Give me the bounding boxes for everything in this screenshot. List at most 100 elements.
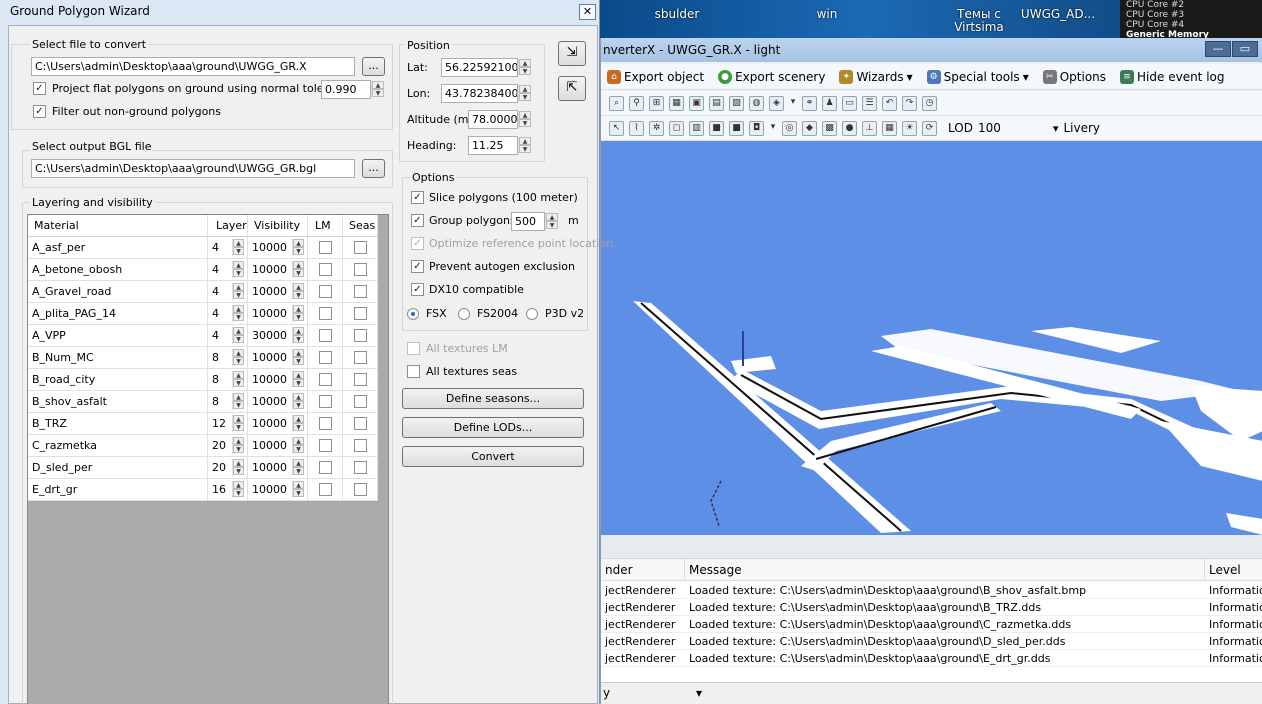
layer-spinner[interactable]: ▲ ▼: [232, 437, 244, 454]
visibility-value[interactable]: 10000: [252, 373, 287, 386]
spin-up-icon[interactable]: ▲: [293, 349, 304, 357]
spin-down-icon[interactable]: ▼: [293, 269, 304, 277]
col-seas[interactable]: Seas: [343, 215, 378, 237]
log-row[interactable]: jectRenderer Loaded texture: C:\Users\adm…: [601, 616, 1262, 633]
spin-down-icon[interactable]: ▼: [233, 379, 244, 387]
select-icon[interactable]: ↖: [609, 120, 624, 136]
clock-icon[interactable]: ◷: [922, 95, 937, 111]
group-checkbox[interactable]: ✓: [411, 214, 424, 227]
layer-cell[interactable]: 4 ▲ ▼: [208, 237, 248, 259]
layer-value[interactable]: 8: [212, 351, 219, 364]
spin-down-icon[interactable]: ▼: [233, 401, 244, 409]
visibility-spinner[interactable]: ▲ ▼: [292, 327, 304, 344]
tolerance-field[interactable]: 0.990: [321, 80, 371, 99]
lm-checkbox[interactable]: [319, 439, 332, 452]
spin-down-icon[interactable]: ▼: [293, 401, 304, 409]
col-lm[interactable]: LM: [308, 215, 343, 237]
visibility-spinner[interactable]: ▲ ▼: [292, 283, 304, 300]
filter-checkbox[interactable]: ✓: [33, 105, 46, 118]
spin-down-icon[interactable]: ▼: [233, 357, 244, 365]
spin-down-icon[interactable]: ▼: [233, 335, 244, 343]
spin-up-icon[interactable]: ▲: [293, 283, 304, 291]
spin-up-icon[interactable]: ▲: [293, 459, 304, 467]
visibility-cell[interactable]: 10000 ▲ ▼: [248, 303, 308, 325]
material-icon[interactable]: ▦: [669, 95, 684, 111]
layer-cell[interactable]: 8 ▲ ▼: [208, 347, 248, 369]
material-row[interactable]: A_plita_PAG_14 4 ▲ ▼ 10000 ▲ ▼: [28, 303, 378, 325]
seas-checkbox[interactable]: [354, 241, 367, 254]
spin-down-icon[interactable]: ▼: [293, 467, 304, 475]
spin-down-icon[interactable]: ▼: [519, 145, 531, 153]
browse-output-button[interactable]: ...: [362, 159, 385, 178]
layer-spinner[interactable]: ▲ ▼: [232, 459, 244, 476]
col-layer[interactable]: Layer: [208, 215, 248, 237]
col-message[interactable]: Message: [685, 559, 1205, 581]
spin-down-icon[interactable]: ▼: [519, 93, 531, 101]
spin-up-icon[interactable]: ▲: [233, 459, 244, 467]
paperclip-icon[interactable]: ⌇: [629, 120, 644, 136]
spin-down-icon[interactable]: ▼: [233, 423, 244, 431]
list-icon[interactable]: ☰: [862, 95, 877, 111]
screen-icon[interactable]: ▭: [842, 95, 857, 111]
visibility-cell[interactable]: 10000 ▲ ▼: [248, 369, 308, 391]
material-row[interactable]: D_sled_per 20 ▲ ▼ 10000 ▲ ▼: [28, 457, 378, 479]
material-row[interactable]: B_shov_asfalt 8 ▲ ▼ 10000 ▲ ▼: [28, 391, 378, 413]
seas-checkbox[interactable]: [354, 263, 367, 276]
close-button[interactable]: ✕: [579, 4, 596, 20]
layer-cell[interactable]: 4 ▲ ▼: [208, 281, 248, 303]
layer-cell[interactable]: 20 ▲ ▼: [208, 457, 248, 479]
layer-cell[interactable]: 16 ▲ ▼: [208, 479, 248, 501]
visibility-cell[interactable]: 10000 ▲ ▼: [248, 391, 308, 413]
spin-up-icon[interactable]: ▲: [293, 393, 304, 401]
output-file-field[interactable]: C:\Users\admin\Desktop\aaa\ground\UWGG_G…: [31, 159, 355, 178]
visibility-spinner[interactable]: ▲ ▼: [292, 349, 304, 366]
lm-checkbox[interactable]: [319, 417, 332, 430]
spin-up-icon[interactable]: ▲: [293, 481, 304, 489]
layer-spinner[interactable]: ▲ ▼: [232, 349, 244, 366]
spin-up-icon[interactable]: ▲: [233, 261, 244, 269]
maximize-button[interactable]: ▭: [1232, 41, 1258, 57]
camera-icon[interactable]: ◘: [749, 120, 764, 136]
spin-down-icon[interactable]: ▼: [293, 423, 304, 431]
spin-down-icon[interactable]: ▼: [233, 445, 244, 453]
spin-up-icon[interactable]: ▲: [293, 305, 304, 313]
visibility-cell[interactable]: 10000 ▲ ▼: [248, 413, 308, 435]
sphere-icon[interactable]: ◎: [782, 120, 797, 136]
sun-icon[interactable]: ☀: [902, 120, 917, 136]
material-row[interactable]: B_TRZ 12 ▲ ▼ 10000 ▲ ▼: [28, 413, 378, 435]
log-row[interactable]: jectRenderer Loaded texture: C:\Users\adm…: [601, 650, 1262, 667]
project-flat-checkbox[interactable]: ✓: [33, 82, 46, 95]
layer-cell[interactable]: 4 ▲ ▼: [208, 303, 248, 325]
spin-down-icon[interactable]: ▼: [293, 379, 304, 387]
lat-spinner[interactable]: ▲ ▼: [518, 59, 531, 76]
menu-wizards[interactable]: ✦ Wizards ▾: [839, 69, 913, 84]
visibility-value[interactable]: 10000: [252, 417, 287, 430]
spin-down-icon[interactable]: ▼: [233, 489, 244, 497]
col-material[interactable]: Material: [28, 215, 208, 237]
fsx-radio[interactable]: [407, 308, 419, 320]
visibility-spinner[interactable]: ▲ ▼: [292, 459, 304, 476]
chevron-down-icon[interactable]: ▾: [1053, 122, 1059, 135]
spin-down-icon[interactable]: ▼: [293, 291, 304, 299]
layer-value[interactable]: 4: [212, 285, 219, 298]
layer-value[interactable]: 20: [212, 461, 226, 474]
log-row[interactable]: jectRenderer Loaded texture: C:\Users\adm…: [601, 582, 1262, 599]
chevron-down-icon[interactable]: ▾: [769, 121, 777, 136]
layer-value[interactable]: 8: [212, 395, 219, 408]
spin-down-icon[interactable]: ▼: [546, 221, 558, 229]
group-value-field[interactable]: 500: [511, 212, 545, 231]
redo-icon[interactable]: ↷: [902, 95, 917, 111]
spin-down-icon[interactable]: ▼: [293, 489, 304, 497]
log-row[interactable]: jectRenderer Loaded texture: C:\Users\adm…: [601, 633, 1262, 650]
visibility-cell[interactable]: 10000 ▲ ▼: [248, 457, 308, 479]
heading-field[interactable]: 11.25: [468, 136, 518, 155]
prevent-autogen-checkbox[interactable]: ✓: [411, 260, 424, 273]
spin-up-icon[interactable]: ▲: [233, 415, 244, 423]
desktop-icon-themes[interactable]: Темы с Virtsima: [946, 0, 1012, 40]
spin-up-icon[interactable]: ▲: [519, 85, 531, 93]
layer-value[interactable]: 20: [212, 439, 226, 452]
log-row[interactable]: jectRenderer Loaded texture: C:\Users\adm…: [601, 599, 1262, 616]
visibility-spinner[interactable]: ▲ ▼: [292, 371, 304, 388]
layer-value[interactable]: 4: [212, 329, 219, 342]
layer-spinner[interactable]: ▲ ▼: [232, 261, 244, 278]
